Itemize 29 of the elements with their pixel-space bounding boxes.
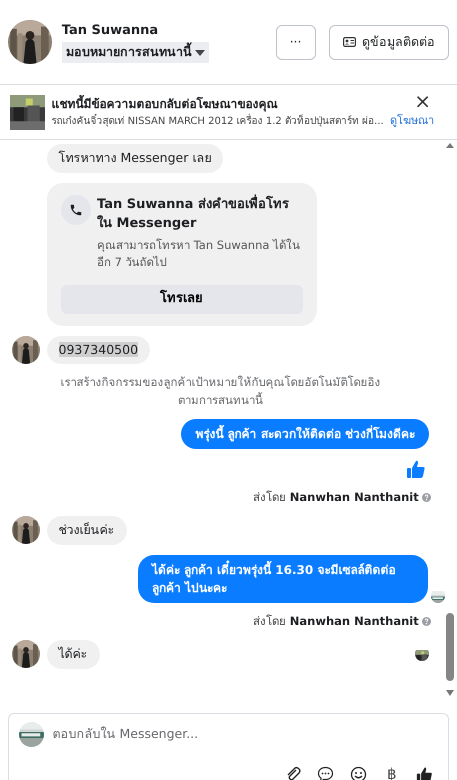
contact-info-button[interactable]: ดูข้อมูลติดต่อ [328,24,449,60]
ad-title: รถเก๋งคันจิ๋วสุดเท่ NISSAN MARCH 2012 เครื่อง 1.2 ตัวท็อปปุ่นสตาร์ท ผ่อ... [52,114,384,128]
call-request-text: คุณสามารถโทรหา Tan Suwanna ได้ในอีก 7 วันถัดไป [97,237,302,272]
help-icon [422,492,431,502]
sent-by-label: ส่งโดย Nanwhan Nanthanit [253,612,419,630]
ad-reply-notice: แชทนี้มีข้อความตอบกลับต่อโฆษณาของคุณ [52,94,278,113]
contact-name: Tan Suwanna [62,22,158,40]
thumbs-up-icon [406,458,426,479]
close-button[interactable]: × [414,90,431,111]
message-bubble: ช่วงเย็นค่ะ [46,516,126,545]
emoji-icon[interactable] [348,764,369,780]
call-now-button[interactable]: โทรเลย [60,284,302,314]
call-request-title: Tan Suwanna ส่งคำขอเพื่อโทรใน Messenger [97,194,290,234]
phone-icon [68,202,82,217]
chat-bubble-icon[interactable] [316,764,336,780]
assign-dropdown[interactable]: มอบหมายการสนทนานี้ [62,42,209,64]
view-ad-link[interactable]: ดูโฆษณา [390,112,434,130]
more-button[interactable]: ··· [276,24,316,60]
message-bubble: พรุ่งนี้ ลูกค้า สะดวกให้ติดต่อ ช่วงกี่โมงดีคะ [181,418,429,449]
system-message: เราสร้างกิจกรรมของลูกค้าเป้าหมายให้กับคุณโดยอัตโนมัติโดยอิงตามการสนทนานี้ [60,374,382,408]
contact-card-icon [342,37,356,47]
sent-by-label: ส่งโดย Nanwhan Nanthanit [253,488,419,506]
message-bubble: โทรหาทาง Messenger เลย [46,144,224,173]
reply-input[interactable]: ตอบกลับใน Messenger... [50,724,438,745]
message-bubble: ได้ค่ะ [46,640,100,669]
message-bubble: 0937340500 [46,336,150,364]
message-bubble: ได้ค่ะ ลูกค้า เดี๋ยวพรุ่งนี้ 16.30 จะมีเซลล์ติดต่อ ลูกค้า ไปนะคะ [138,554,428,603]
caret-icon [195,50,205,56]
help-icon [422,616,431,626]
